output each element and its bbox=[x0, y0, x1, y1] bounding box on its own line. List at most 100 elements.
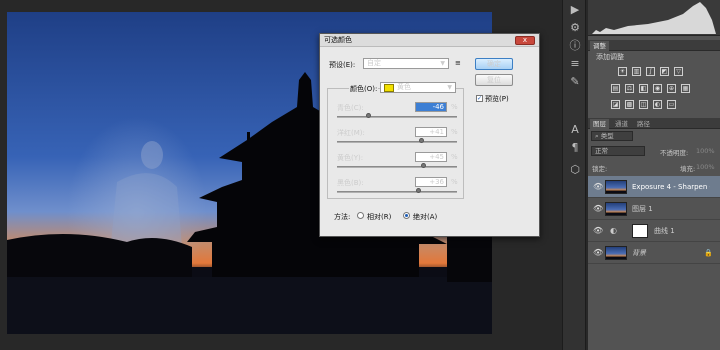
layer-name: 曲线 1 bbox=[654, 227, 675, 235]
cyan-value-input[interactable]: -46 bbox=[415, 102, 447, 112]
close-button[interactable]: x bbox=[515, 36, 535, 45]
chevron-down-icon: ▼ bbox=[440, 60, 445, 67]
3d-icon[interactable]: ⬡ bbox=[567, 162, 583, 178]
adjust-tabbar: 调整 bbox=[588, 40, 720, 51]
relative-radio[interactable] bbox=[357, 212, 364, 219]
black-pct: % bbox=[451, 178, 458, 186]
colorbalance-icon[interactable]: ⚖ bbox=[625, 84, 634, 93]
black-slider-knob[interactable] bbox=[415, 188, 421, 193]
eye-icon[interactable]: 👁 bbox=[593, 242, 603, 264]
layer-mask-thumbnail bbox=[632, 224, 648, 238]
absolute-label: 绝对(A) bbox=[413, 213, 438, 221]
layer-thumbnail bbox=[605, 202, 627, 216]
layer-row-background[interactable]: 👁 背景 🔒 bbox=[588, 242, 720, 264]
preview-checkbox[interactable]: ✓ bbox=[476, 95, 483, 102]
opacity-label: 不透明度: bbox=[660, 149, 689, 157]
tab-adjust[interactable]: 调整 bbox=[590, 41, 609, 51]
tab-paths[interactable]: 路径 bbox=[634, 119, 653, 129]
lookup-icon[interactable]: ▦ bbox=[681, 84, 690, 93]
fill-value[interactable]: 100% bbox=[696, 163, 720, 171]
invert-icon[interactable]: ◪ bbox=[611, 100, 620, 109]
curves-icon[interactable]: ∫ bbox=[646, 67, 655, 76]
add-adjust-label: 添加调整 bbox=[596, 53, 624, 61]
colors-label: 颜色(O): bbox=[349, 84, 379, 94]
yellow-pct: % bbox=[451, 153, 458, 161]
brightness-icon[interactable]: ☀ bbox=[618, 67, 627, 76]
settings-icon[interactable]: ⚙ bbox=[567, 20, 583, 36]
panel-icon-strip: ▶ ⚙ ⓘ ≡ ✎ A ¶ ⬡ bbox=[562, 0, 586, 350]
yellow-slider-knob[interactable] bbox=[421, 163, 426, 168]
lock-icon: 🔒 bbox=[704, 249, 713, 257]
layer-filter-select[interactable]: ⌕ 类型 bbox=[591, 131, 633, 141]
gradientmap-icon[interactable]: ▭ bbox=[667, 100, 676, 109]
brush-icon[interactable]: ✎ bbox=[567, 74, 583, 90]
blend-mode-select[interactable]: 正常 bbox=[591, 146, 645, 156]
absolute-radio[interactable] bbox=[403, 212, 410, 219]
relative-label: 相对(R) bbox=[367, 213, 392, 221]
chevron-down-icon: ▼ bbox=[447, 84, 452, 91]
magenta-track[interactable] bbox=[337, 141, 457, 143]
black-track[interactable] bbox=[337, 191, 457, 193]
colors-dropdown[interactable]: 黄色 ▼ bbox=[380, 82, 456, 93]
yellow-label: 黄色(Y): bbox=[337, 154, 364, 162]
exposure-icon[interactable]: ◩ bbox=[660, 67, 669, 76]
cyan-track[interactable] bbox=[337, 116, 457, 118]
black-label: 黑色(B): bbox=[337, 179, 364, 187]
reset-button[interactable]: 复位 bbox=[475, 74, 513, 86]
hue-icon[interactable]: ▤ bbox=[611, 84, 620, 93]
threshold-icon[interactable]: ◫ bbox=[639, 100, 648, 109]
bw-icon[interactable]: ◧ bbox=[639, 84, 648, 93]
method-label: 方法: bbox=[334, 213, 351, 221]
colors-value: 黄色 bbox=[397, 83, 411, 91]
posterize-icon[interactable]: ▩ bbox=[625, 100, 634, 109]
yellow-track[interactable] bbox=[337, 166, 457, 168]
layer-name: 背景 bbox=[632, 249, 646, 257]
info-icon[interactable]: ⓘ bbox=[567, 38, 583, 54]
layer-name: Exposure 4 - Sharpen - L... bbox=[632, 183, 710, 191]
adjust-icon[interactable]: ≡ bbox=[567, 56, 583, 72]
paragraph-icon[interactable]: ¶ bbox=[567, 140, 583, 156]
layer-thumbnail bbox=[605, 180, 627, 194]
selectivecolor-icon[interactable]: ◐ bbox=[653, 100, 662, 109]
eye-icon[interactable]: 👁 bbox=[593, 176, 603, 198]
photofilter-icon[interactable]: ◉ bbox=[653, 84, 662, 93]
layer-row-exposure[interactable]: 👁 Exposure 4 - Sharpen - L... bbox=[588, 176, 720, 198]
cyan-pct: % bbox=[451, 103, 458, 111]
black-value-input[interactable]: +36 bbox=[415, 177, 447, 187]
tab-layers[interactable]: 图层 bbox=[590, 119, 609, 129]
histogram bbox=[588, 0, 720, 36]
vibrance-icon[interactable]: ▽ bbox=[674, 67, 683, 76]
magenta-label: 洋红(M): bbox=[337, 129, 365, 137]
yellow-swatch bbox=[384, 84, 394, 92]
play-icon[interactable]: ▶ bbox=[567, 2, 583, 18]
lock-label: 锁定: bbox=[592, 165, 608, 173]
layer-thumbnail bbox=[605, 246, 627, 260]
preset-options-icon[interactable]: ≡ bbox=[455, 59, 461, 67]
magenta-slider-knob[interactable] bbox=[418, 138, 424, 143]
ok-button[interactable]: 确定 bbox=[475, 58, 513, 70]
filter-label: 类型 bbox=[600, 132, 614, 140]
text-icon[interactable]: A bbox=[567, 122, 583, 138]
preset-dropdown[interactable]: 自定 ▼ bbox=[363, 58, 449, 69]
layers-tabbar: 图层 通道 路径 bbox=[588, 118, 720, 129]
levels-icon[interactable]: ▥ bbox=[632, 67, 641, 76]
layer-row-layer1[interactable]: 👁 图层 1 bbox=[588, 198, 720, 220]
magenta-pct: % bbox=[451, 128, 458, 136]
preview-label: 预览(P) bbox=[485, 95, 509, 103]
layer-name: 图层 1 bbox=[632, 205, 653, 213]
curves-adjust-icon: ◐ bbox=[610, 226, 617, 235]
layer-row-curves[interactable]: 👁 ◐ 曲线 1 bbox=[588, 220, 720, 242]
cyan-label: 青色(C): bbox=[337, 104, 364, 112]
yellow-value-input[interactable]: +45 bbox=[415, 152, 447, 162]
preset-value: 自定 bbox=[367, 59, 381, 67]
preset-label: 预设(E): bbox=[329, 61, 356, 69]
mixer-icon[interactable]: ⊕ bbox=[667, 84, 676, 93]
eye-icon[interactable]: 👁 bbox=[593, 198, 603, 220]
opacity-value[interactable]: 100% bbox=[696, 147, 720, 155]
eye-icon[interactable]: 👁 bbox=[593, 220, 603, 242]
photoshop-window: ▶ ⚙ ⓘ ≡ ✎ A ¶ ⬡ 调整 添加调整 ☀ ▥ ∫ ◩ ▽ ▤ ⚖ ◧ … bbox=[0, 0, 720, 350]
right-panels: 调整 添加调整 ☀ ▥ ∫ ◩ ▽ ▤ ⚖ ◧ ◉ ⊕ ▦ ◪ ▩ ◫ ◐ ▭ … bbox=[588, 0, 720, 350]
magenta-value-input[interactable]: +41 bbox=[415, 127, 447, 137]
tab-channels[interactable]: 通道 bbox=[612, 119, 631, 129]
dialog-title: 可选颜色 bbox=[320, 34, 539, 47]
